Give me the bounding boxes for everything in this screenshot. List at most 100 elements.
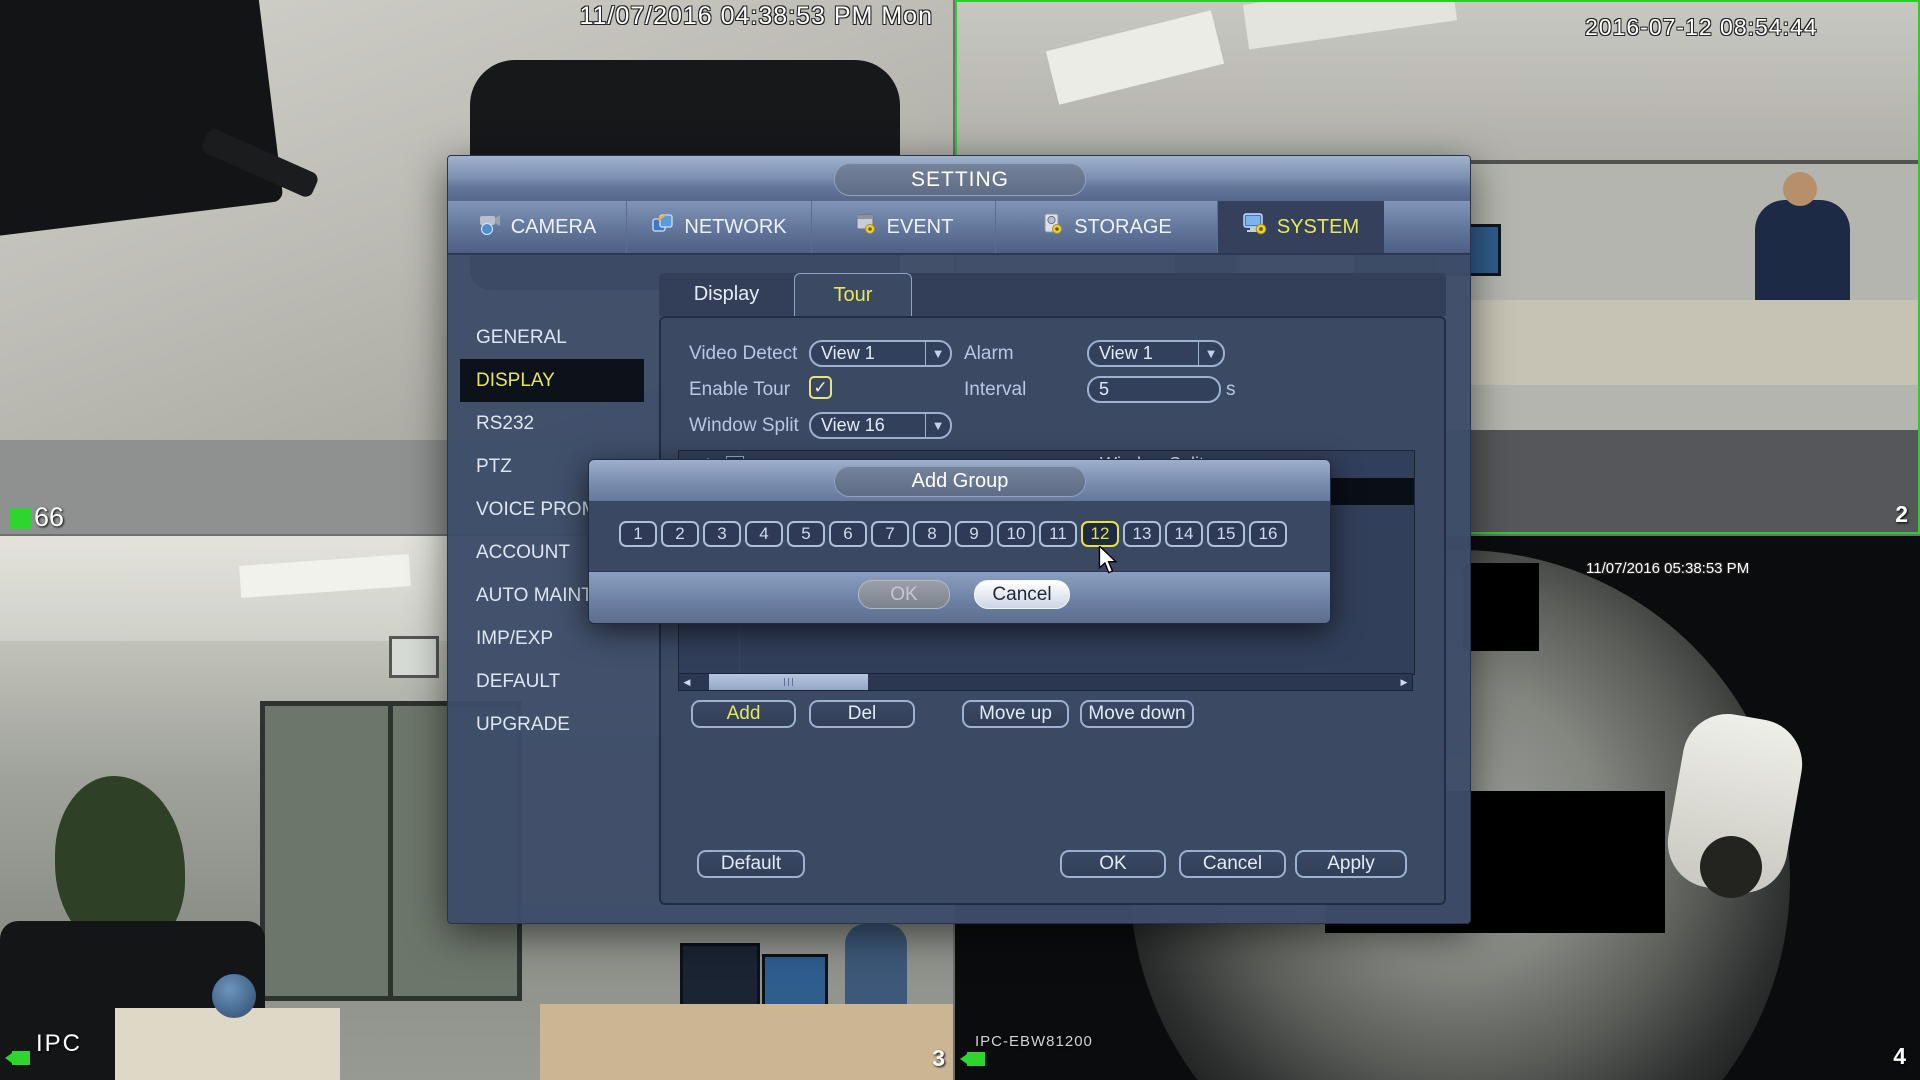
apply-button[interactable]: Apply	[1295, 850, 1407, 878]
move-down-button[interactable]: Move down	[1080, 700, 1194, 728]
sidebar-item-default[interactable]: DEFAULT	[460, 660, 644, 703]
tab-label: EVENT	[887, 216, 954, 239]
channel-button-8[interactable]: 8	[913, 521, 951, 547]
default-button[interactable]: Default	[697, 850, 805, 878]
system-icon	[1242, 212, 1268, 242]
horizontal-scrollbar[interactable]: ◀ ▶	[678, 673, 1413, 691]
setting-title: SETTING	[834, 163, 1086, 196]
channel-button-11[interactable]: 11	[1039, 521, 1077, 547]
channel-button-1[interactable]: 1	[619, 521, 657, 547]
channel-button-12-highlighted[interactable]: 12	[1081, 521, 1119, 547]
panel-tab-bar: Display Tour	[659, 273, 1446, 316]
add-group-ok-button[interactable]: OK	[858, 580, 950, 609]
video-detect-value: View 1	[811, 343, 925, 364]
sidebar-item-rs232[interactable]: RS232	[460, 402, 644, 445]
camera3-channel-number: 3	[932, 1045, 945, 1072]
tab-label: CAMERA	[511, 216, 597, 239]
channel-button-14[interactable]: 14	[1165, 521, 1203, 547]
video-detect-label: Video Detect	[689, 343, 797, 365]
scrollbar-thumb[interactable]	[709, 674, 868, 690]
add-group-titlebar: Add Group	[589, 460, 1330, 501]
alarm-value: View 1	[1089, 343, 1198, 364]
camera4-channel-number: 4	[1893, 1043, 1906, 1070]
channel-button-10[interactable]: 10	[997, 521, 1035, 547]
sidebar-item-general[interactable]: GENERAL	[460, 316, 644, 359]
camera-label-icon	[967, 1052, 985, 1066]
window-split-value: View 16	[811, 415, 925, 436]
storage-icon	[1041, 213, 1065, 241]
tab-event[interactable]: EVENT	[812, 201, 996, 253]
camera3-label: IPC	[36, 1030, 82, 1058]
channel-button-13[interactable]: 13	[1123, 521, 1161, 547]
camera-icon	[478, 213, 502, 241]
ok-button[interactable]: OK	[1060, 850, 1166, 878]
enable-tour-label: Enable Tour	[689, 379, 790, 401]
scene-desk	[540, 1004, 953, 1080]
add-group-dialog: Add Group 1 2 3 4 5 6 7 8 9 10 11 12 13 …	[588, 459, 1331, 624]
setting-titlebar: SETTING	[448, 156, 1470, 201]
channel-button-3[interactable]: 3	[703, 521, 741, 547]
sidebar-item-upgrade[interactable]: UPGRADE	[460, 703, 644, 746]
camera1-label: 66	[34, 502, 64, 533]
interval-input[interactable]: 5	[1087, 376, 1221, 403]
scene-door-frame	[388, 701, 393, 1001]
window-split-label: Window Split	[689, 415, 799, 437]
channel-button-9[interactable]: 9	[955, 521, 993, 547]
cancel-button[interactable]: Cancel	[1179, 850, 1286, 878]
scroll-right-icon[interactable]: ▶	[1396, 674, 1412, 690]
privacy-mask	[1463, 563, 1539, 651]
channel-button-16[interactable]: 16	[1249, 521, 1287, 547]
del-button[interactable]: Del	[809, 700, 915, 728]
channel-button-2[interactable]: 2	[661, 521, 699, 547]
tab-camera[interactable]: CAMERA	[448, 201, 627, 253]
tab-label: SYSTEM	[1277, 216, 1359, 239]
alarm-label: Alarm	[964, 343, 1014, 365]
scene-ceiling-light	[1243, 0, 1457, 49]
channel-button-4[interactable]: 4	[745, 521, 783, 547]
scene-person-head	[1783, 172, 1817, 206]
scrollbar-track[interactable]	[695, 674, 1396, 690]
add-group-cancel-button[interactable]: Cancel	[974, 580, 1070, 609]
sidebar-item-display[interactable]: DISPLAY	[460, 359, 644, 402]
event-icon	[854, 213, 878, 241]
mouse-cursor	[1098, 546, 1120, 581]
scene-picture-frame	[389, 636, 439, 678]
nvr-screen: 11/07/2016 04:38:53 PM Mon 66 2016-07-12…	[0, 0, 1920, 1080]
tab-display[interactable]: Display	[659, 273, 794, 316]
setting-tab-bar: CAMERA NETWORK EVENT STORAGE	[448, 201, 1470, 255]
channel-button-6[interactable]: 6	[829, 521, 867, 547]
thumb-grip	[792, 678, 793, 686]
chevron-down-icon[interactable]: ▼	[925, 342, 950, 365]
scene-monitor-screen	[680, 943, 760, 1011]
add-group-footer: OK Cancel	[589, 571, 1330, 624]
interval-unit: s	[1226, 379, 1236, 401]
camera2-channel-number: 2	[1895, 501, 1908, 528]
channel-number-row: 1 2 3 4 5 6 7 8 9 10 11 12 13 14 15 16	[619, 521, 1287, 547]
add-button[interactable]: Add	[691, 700, 796, 728]
chevron-down-icon[interactable]: ▼	[925, 414, 950, 437]
scroll-left-icon[interactable]: ◀	[679, 674, 695, 690]
network-icon	[651, 213, 675, 241]
tab-network[interactable]: NETWORK	[627, 201, 812, 253]
camera4-label: IPC-EBW81200	[975, 1033, 1093, 1050]
channel-button-15[interactable]: 15	[1207, 521, 1245, 547]
interval-label: Interval	[964, 379, 1026, 401]
window-split-select[interactable]: View 16 ▼	[809, 412, 952, 439]
tab-label: NETWORK	[684, 216, 786, 239]
channel-button-7[interactable]: 7	[871, 521, 909, 547]
video-detect-select[interactable]: View 1 ▼	[809, 340, 952, 367]
alarm-select[interactable]: View 1 ▼	[1087, 340, 1225, 367]
tab-tour[interactable]: Tour	[794, 273, 912, 317]
add-group-body: 1 2 3 4 5 6 7 8 9 10 11 12 13 14 15 16	[589, 501, 1330, 571]
thumb-grip	[784, 678, 785, 686]
enable-tour-checkbox[interactable]: ✓	[809, 376, 832, 399]
channel-button-5[interactable]: 5	[787, 521, 825, 547]
tab-system[interactable]: SYSTEM	[1218, 201, 1384, 253]
tab-storage[interactable]: STORAGE	[996, 201, 1218, 253]
thumb-grip	[788, 678, 789, 686]
move-up-button[interactable]: Move up	[962, 700, 1069, 728]
add-group-title: Add Group	[834, 466, 1086, 497]
tab-label: STORAGE	[1074, 216, 1171, 239]
chevron-down-icon[interactable]: ▼	[1198, 342, 1223, 365]
camera2-timestamp: 2016-07-12 08:54:44	[1585, 14, 1818, 41]
